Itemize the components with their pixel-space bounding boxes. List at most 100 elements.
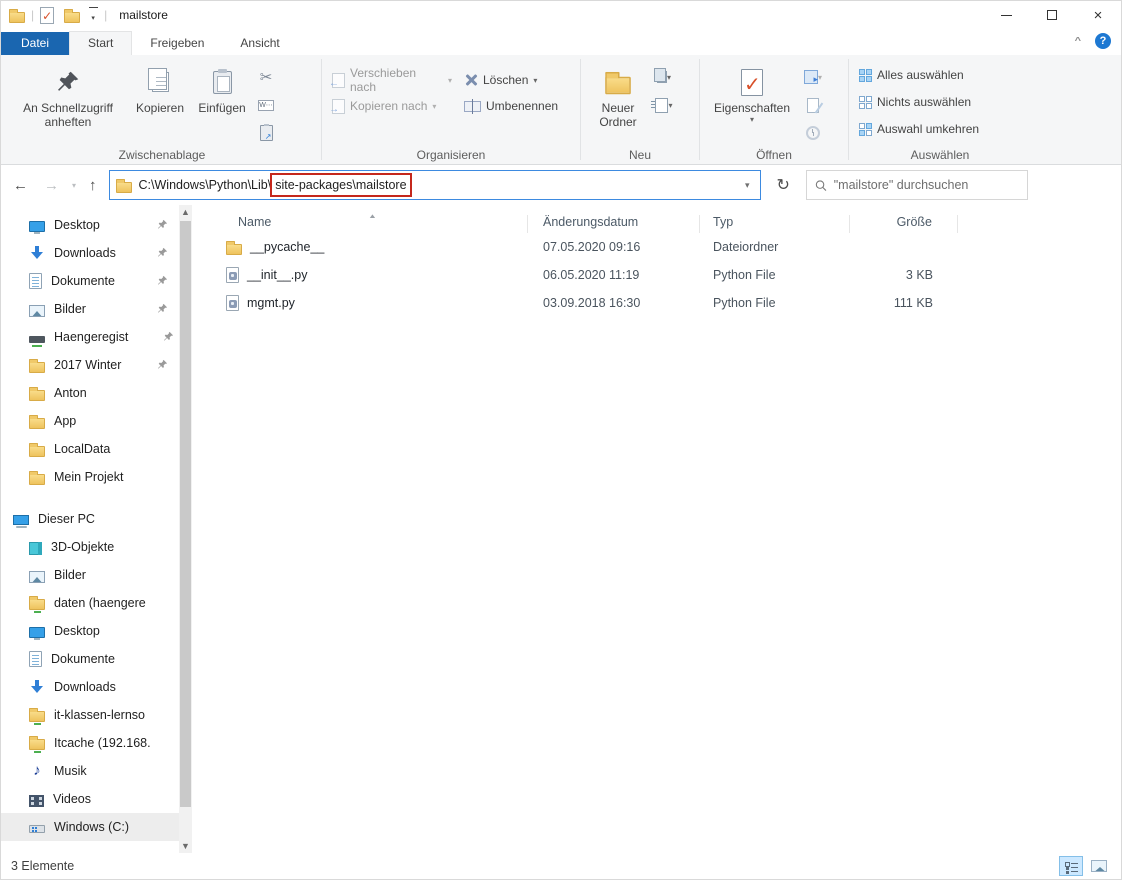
sidebar-item-windows-c[interactable]: Windows (C:) bbox=[1, 813, 179, 841]
sidebar-item-anton[interactable]: Anton bbox=[1, 379, 179, 407]
sidebar-item-label: App bbox=[54, 414, 77, 428]
new-item-icon bbox=[651, 97, 669, 113]
delete-button[interactable]: Löschen ▾ bbox=[458, 67, 543, 93]
tab-freigeben[interactable]: Freigeben bbox=[132, 32, 222, 55]
address-bar[interactable]: C:\Windows\Python\Lib\ site-packages\mail… bbox=[108, 170, 761, 200]
sidebar-item-haengeregist[interactable]: Haengeregist bbox=[1, 323, 179, 351]
easy-access-button[interactable]: ▾ bbox=[651, 65, 677, 89]
content-area: Desktop Downloads Dokumente Bilder Haeng… bbox=[1, 205, 1121, 853]
move-to-label: Verschieben nach bbox=[350, 66, 417, 94]
search-input[interactable] bbox=[833, 178, 1019, 192]
copy-path-button[interactable]: W⋯ bbox=[253, 93, 279, 117]
copy-button[interactable]: Kopieren bbox=[129, 61, 191, 117]
open-icon bbox=[803, 70, 818, 85]
address-dropdown-icon[interactable]: ▾ bbox=[745, 180, 760, 191]
move-to-button[interactable]: Verschieben nach ▾ bbox=[326, 66, 458, 94]
pin-icon bbox=[157, 275, 169, 287]
back-button[interactable]: ← bbox=[9, 177, 32, 194]
tab-start[interactable]: Start bbox=[69, 31, 133, 55]
sidebar-scrollbar[interactable]: ▲ ▼ bbox=[179, 205, 192, 853]
pin-to-quick-access-button[interactable]: An Schnellzugriff anheften bbox=[7, 61, 129, 131]
sidebar-item-3d-objekte[interactable]: 3D-Objekte bbox=[1, 533, 179, 561]
address-toolbar: ← → ▾ ↑ C:\Windows\Python\Lib\ site-packa… bbox=[1, 165, 1121, 205]
maximize-button[interactable] bbox=[1029, 1, 1075, 29]
close-button[interactable]: × bbox=[1075, 1, 1121, 29]
sidebar-item-label: Videos bbox=[53, 792, 91, 806]
pin-icon bbox=[157, 303, 169, 315]
customize-quick-access-dropdown-icon[interactable]: ▾ bbox=[88, 7, 98, 23]
help-icon[interactable]: ? bbox=[1095, 33, 1111, 49]
sidebar-item-localdata[interactable]: LocalData bbox=[1, 435, 179, 463]
folder-icon bbox=[226, 240, 242, 255]
sidebar-item-label: LocalData bbox=[54, 442, 111, 456]
sidebar-item-itcache[interactable]: Itcache (192.168. bbox=[1, 729, 179, 757]
select-all-button[interactable]: Alles auswählen bbox=[853, 63, 970, 87]
column-headers: ▲ Name Änderungsdatum Typ Größe bbox=[192, 207, 1121, 233]
sidebar-item-desktop-quick[interactable]: Desktop bbox=[1, 211, 179, 239]
rename-button[interactable]: Umbenennen bbox=[458, 93, 564, 119]
edit-button[interactable] bbox=[800, 93, 826, 117]
select-all-label: Alles auswählen bbox=[877, 68, 964, 82]
thumbnail-view-button[interactable] bbox=[1087, 856, 1111, 876]
properties-button[interactable]: Eigenschaften ▾ bbox=[704, 61, 800, 126]
sidebar-item-musik[interactable]: ♪ Musik bbox=[1, 757, 179, 785]
forward-button[interactable]: → bbox=[40, 177, 63, 194]
app-folder-icon bbox=[9, 8, 25, 23]
sidebar-item-daten[interactable]: daten (haengere bbox=[1, 589, 179, 617]
paste-shortcut-button[interactable] bbox=[253, 121, 279, 145]
select-none-button[interactable]: Nichts auswählen bbox=[853, 90, 977, 114]
scroll-down-icon[interactable]: ▼ bbox=[179, 839, 192, 853]
details-view-button[interactable] bbox=[1059, 856, 1083, 876]
paste-button[interactable]: Einfügen bbox=[191, 61, 253, 117]
invert-selection-button[interactable]: Auswahl umkehren bbox=[853, 117, 985, 141]
sidebar-item-label: Dokumente bbox=[51, 652, 115, 666]
sidebar-item-bilder-quick[interactable]: Bilder bbox=[1, 295, 179, 323]
scroll-up-icon[interactable]: ▲ bbox=[179, 205, 192, 219]
sidebar-item-2017-winter[interactable]: 2017 Winter bbox=[1, 351, 179, 379]
column-header-name[interactable]: ▲ Name bbox=[192, 213, 528, 233]
sidebar-item-app[interactable]: App bbox=[1, 407, 179, 435]
cut-button[interactable]: ✂ bbox=[253, 65, 279, 89]
column-header-size[interactable]: Größe bbox=[850, 215, 958, 233]
sidebar-item-it-klassen[interactable]: it-klassen-lernso bbox=[1, 701, 179, 729]
sidebar-item-downloads-quick[interactable]: Downloads bbox=[1, 239, 179, 267]
new-folder-button[interactable]: Neuer Ordner bbox=[585, 61, 651, 131]
sidebar-item-dokumente-quick[interactable]: Dokumente bbox=[1, 267, 179, 295]
ribbon-tab-row: Datei Start Freigeben Ansicht ^ ? bbox=[1, 29, 1121, 55]
scrollbar-thumb[interactable] bbox=[180, 221, 191, 807]
file-row-pycache[interactable]: __pycache__ 07.05.2020 09:16 Dateiordner bbox=[192, 233, 1121, 261]
copy-to-button[interactable]: Kopieren nach ▾ bbox=[326, 93, 458, 119]
up-button[interactable]: ↑ bbox=[85, 177, 101, 194]
refresh-icon[interactable]: ↻ bbox=[769, 175, 798, 195]
close-icon: × bbox=[1093, 6, 1103, 24]
sidebar-item-dieser-pc[interactable]: Dieser PC bbox=[1, 505, 179, 533]
sidebar-item-bilder-pc[interactable]: Bilder bbox=[1, 561, 179, 589]
quick-access-new-folder-icon[interactable] bbox=[64, 8, 81, 23]
column-header-type[interactable]: Typ bbox=[700, 215, 850, 233]
new-item-button[interactable]: ▾ bbox=[651, 93, 677, 117]
sidebar-item-desktop-pc[interactable]: Desktop bbox=[1, 617, 179, 645]
file-row-mgmt-py[interactable]: mgmt.py 03.09.2018 16:30 Python File 111… bbox=[192, 289, 1121, 317]
sidebar-item-downloads-pc[interactable]: Downloads bbox=[1, 673, 179, 701]
open-button[interactable]: ▾ bbox=[800, 65, 826, 89]
collapse-ribbon-icon[interactable]: ^ bbox=[1075, 36, 1081, 46]
history-button[interactable] bbox=[800, 121, 826, 145]
tab-datei[interactable]: Datei bbox=[1, 32, 70, 55]
sidebar-item-mein-projekt[interactable]: Mein Projekt bbox=[1, 463, 179, 491]
file-row-init-py[interactable]: __init__.py 06.05.2020 11:19 Python File… bbox=[192, 261, 1121, 289]
sidebar-item-dokumente-pc[interactable]: Dokumente bbox=[1, 645, 179, 673]
search-box[interactable] bbox=[805, 170, 1028, 200]
address-folder-icon bbox=[115, 178, 132, 193]
tab-ansicht[interactable]: Ansicht bbox=[222, 32, 297, 55]
address-path-prefix: C:\Windows\Python\Lib\ bbox=[138, 178, 272, 192]
pin-icon bbox=[163, 331, 175, 343]
rename-icon bbox=[464, 98, 481, 114]
minimize-button[interactable] bbox=[983, 1, 1029, 29]
quick-access-properties-icon[interactable] bbox=[40, 6, 55, 24]
file-date: 07.05.2020 09:16 bbox=[543, 240, 641, 254]
sidebar-item-videos[interactable]: Videos bbox=[1, 785, 179, 813]
minimize-icon bbox=[1000, 14, 1012, 16]
recent-locations-dropdown-icon[interactable]: ▾ bbox=[71, 181, 77, 190]
column-header-date[interactable]: Änderungsdatum bbox=[528, 215, 700, 233]
file-list: ▲ Name Änderungsdatum Typ Größe __pycache… bbox=[192, 205, 1121, 853]
